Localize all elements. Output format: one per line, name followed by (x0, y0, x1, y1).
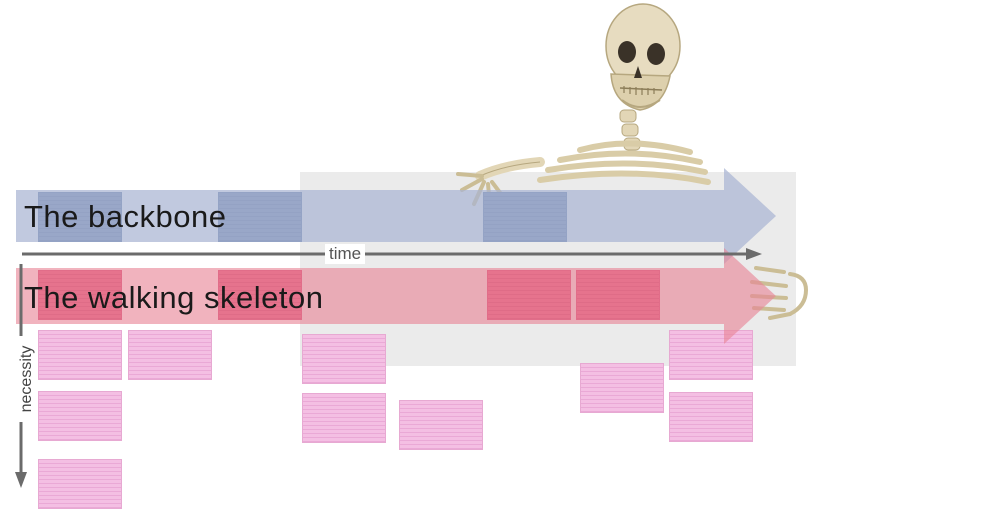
backbone-label: The backbone (24, 199, 227, 234)
necessity-axis-label: necessity (18, 336, 36, 422)
time-axis (22, 248, 762, 260)
time-axis-label: time (325, 244, 366, 264)
arrows-layer (15, 168, 776, 488)
walking-skeleton-label: The walking skeleton (24, 280, 324, 315)
